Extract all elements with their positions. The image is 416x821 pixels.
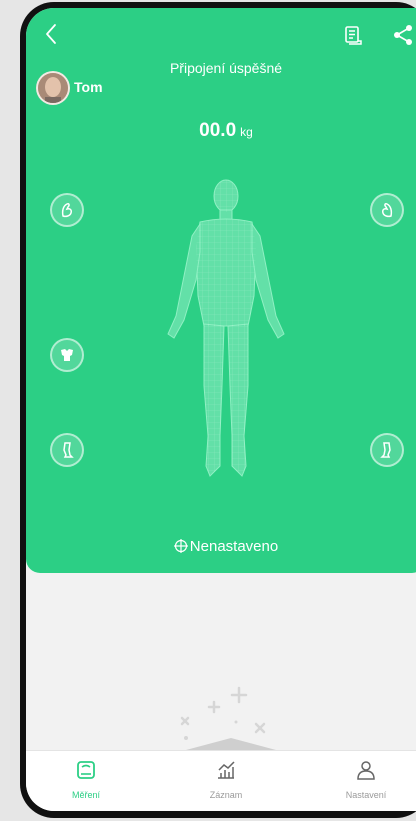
body-model-illustration <box>167 179 285 477</box>
connection-status: Připojení úspěšné <box>169 60 283 76</box>
chevron-left-icon[interactable] <box>40 20 64 48</box>
weight-unit: kg <box>240 125 253 139</box>
left-leg-icon <box>63 442 74 458</box>
bottom-tab-bar: Měření Záznam Nastavení <box>26 750 416 811</box>
empty-state-illustration <box>180 686 276 760</box>
scale-icon <box>77 761 95 779</box>
measurement-panel: Připojení úspěšné Tom 00.0 kg Nenastaven… <box>26 8 416 573</box>
tab-label: Nastavení <box>345 790 387 800</box>
tab-label: Měření <box>71 790 100 800</box>
tab-label: Záznam <box>209 790 243 800</box>
share-icon[interactable] <box>392 24 414 46</box>
target-icon <box>173 539 188 553</box>
tab-records[interactable]: Záznam <box>181 759 271 800</box>
person-icon <box>357 761 375 780</box>
tab-settings[interactable]: Nastavení <box>321 759 411 800</box>
goal-status[interactable]: Nenastaveno <box>26 538 416 555</box>
left-arm-icon <box>61 203 72 218</box>
trunk-icon <box>61 349 73 361</box>
chart-icon <box>218 761 235 779</box>
tab-measure[interactable]: Měření <box>41 759 131 800</box>
user-photo-icon <box>38 73 68 103</box>
left-leg-button[interactable] <box>50 433 84 467</box>
app-screen: Připojení úspěšné Tom 00.0 kg Nenastaven… <box>26 8 416 811</box>
right-leg-button[interactable] <box>370 433 404 467</box>
trunk-button[interactable] <box>50 338 84 372</box>
right-arm-icon <box>382 203 393 218</box>
user-name[interactable]: Tom <box>74 79 103 95</box>
weight-readout: 00.0 kg <box>26 120 416 142</box>
weight-value: 00.0 <box>199 120 237 141</box>
right-arm-button[interactable] <box>370 193 404 227</box>
right-leg-icon <box>380 442 391 458</box>
left-arm-button[interactable] <box>50 193 84 227</box>
goal-label: Nenastaveno <box>189 538 279 555</box>
avatar[interactable] <box>36 71 70 105</box>
record-list-icon[interactable] <box>342 24 364 46</box>
